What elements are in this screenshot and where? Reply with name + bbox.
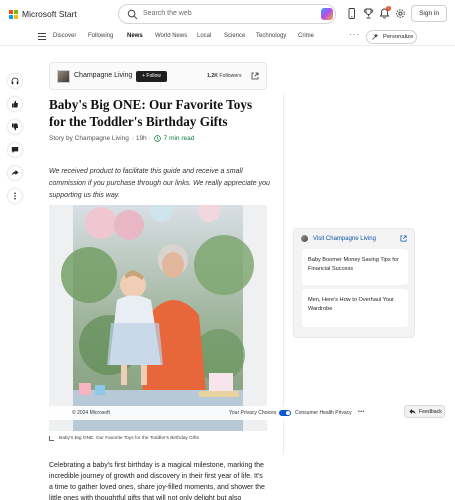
personalize-sparkle-icon bbox=[372, 33, 379, 40]
footer-copyright: © 2024 Microsoft bbox=[72, 410, 110, 416]
notification-badge: 1 bbox=[386, 6, 391, 11]
byline-time: · 19h · bbox=[131, 135, 151, 142]
comments-button[interactable] bbox=[8, 143, 22, 157]
column-divider bbox=[283, 94, 284, 454]
search-placeholder: Search the web bbox=[143, 10, 192, 17]
clock-icon bbox=[153, 135, 161, 142]
image-caption-text: Baby's Big ONE: Our Favorite Toys for th… bbox=[59, 436, 200, 441]
brand-logo[interactable]: Microsoft Start bbox=[9, 9, 77, 19]
footer-more-button[interactable]: ••• bbox=[358, 409, 365, 415]
settings-gear-icon[interactable] bbox=[395, 8, 406, 19]
share-arrow-icon bbox=[11, 170, 19, 176]
publisher-mini-logo bbox=[301, 235, 308, 242]
follow-button[interactable]: + Follow bbox=[136, 71, 167, 82]
thumbs-up-icon bbox=[12, 100, 18, 108]
nav-item-local[interactable]: Local bbox=[197, 33, 211, 39]
nav-more-button[interactable]: ··· bbox=[349, 30, 360, 39]
sign-in-button[interactable]: Sign in bbox=[411, 5, 447, 22]
headphones-icon bbox=[11, 77, 19, 85]
dislike-button[interactable] bbox=[8, 120, 22, 134]
followers-count: 1.2K Followers bbox=[207, 73, 242, 79]
nav-item-discover[interactable]: Discover bbox=[53, 33, 76, 39]
publisher-bar: Champagne Living + Follow 1.2K Followers bbox=[49, 62, 267, 90]
open-external-icon[interactable] bbox=[251, 72, 259, 80]
followers-label: Followers bbox=[219, 73, 242, 79]
nav-item-science[interactable]: Science bbox=[224, 33, 245, 39]
feedback-icon bbox=[409, 409, 416, 414]
share-button[interactable] bbox=[8, 166, 22, 180]
feedback-button[interactable]: Feedback bbox=[404, 405, 445, 418]
article-title: Baby's Big ONE: Our Favorite Toys for th… bbox=[49, 97, 253, 129]
publisher-recommendations-card: Visit Champagne Living Baby Boomer Money… bbox=[293, 228, 415, 338]
copilot-icon[interactable] bbox=[321, 8, 333, 20]
more-options-button[interactable] bbox=[8, 189, 22, 203]
thumbs-down-icon bbox=[12, 123, 18, 131]
article-byline: Story by Champagne Living · 19h · 7 min … bbox=[49, 135, 194, 142]
brand-name: Microsoft Start bbox=[22, 9, 77, 19]
search-bar[interactable]: Search the web bbox=[118, 4, 336, 24]
comment-icon bbox=[11, 147, 19, 153]
privacy-choices-toggle-icon bbox=[279, 410, 291, 416]
image-caption: Baby's Big ONE: Our Favorite Toys for th… bbox=[49, 436, 199, 441]
menu-hamburger-icon[interactable] bbox=[38, 33, 46, 40]
byline-author: Story by Champagne Living bbox=[49, 135, 129, 142]
phone-icon[interactable] bbox=[346, 8, 357, 19]
rewards-trophy-icon[interactable] bbox=[363, 8, 374, 19]
caption-corner-icon bbox=[49, 436, 54, 441]
visit-publisher-link[interactable]: Visit Champagne Living bbox=[301, 235, 376, 242]
publisher-logo[interactable] bbox=[57, 70, 70, 83]
nav-item-news[interactable]: News bbox=[127, 33, 143, 39]
top-bar: Microsoft Start Search the web 1 Sign in bbox=[0, 0, 455, 28]
nav-item-technology[interactable]: Technology bbox=[256, 33, 286, 39]
search-icon bbox=[127, 9, 138, 20]
like-button[interactable] bbox=[8, 97, 22, 111]
external-link-icon[interactable] bbox=[400, 235, 407, 242]
grandmother-and-toddler-photo bbox=[49, 205, 267, 431]
page-footer: © 2024 Microsoft Your Privacy Choices Co… bbox=[0, 406, 455, 420]
feedback-label: Feedback bbox=[419, 408, 442, 415]
read-time: 7 min read bbox=[163, 135, 195, 142]
article-hero-image[interactable] bbox=[49, 205, 267, 431]
personalize-label: Personalize bbox=[383, 34, 414, 40]
recommended-article[interactable]: Men, Here's How to Overhaul Your Wardrob… bbox=[302, 289, 408, 327]
category-nav: Discover Following News World News Local… bbox=[0, 28, 455, 46]
footer-consumer-health-link[interactable]: Consumer Health Privacy bbox=[295, 410, 352, 416]
publisher-name[interactable]: Champagne Living bbox=[74, 72, 132, 79]
footer-privacy-choices-link[interactable]: Your Privacy Choices bbox=[229, 410, 276, 416]
nav-item-crime[interactable]: Crime bbox=[298, 33, 314, 39]
nav-item-world-news[interactable]: World News bbox=[155, 33, 187, 39]
article-body-paragraph: Celebrating a baby's first birthday is a… bbox=[49, 462, 265, 500]
nav-item-following[interactable]: Following bbox=[88, 33, 113, 39]
microsoft-logo-icon bbox=[9, 9, 18, 19]
more-vertical-icon bbox=[14, 192, 16, 200]
recommended-article[interactable]: Baby Boomer Money Saving Tips for Financ… bbox=[302, 249, 408, 285]
listen-button[interactable] bbox=[8, 74, 22, 88]
personalize-button[interactable]: Personalize bbox=[366, 30, 417, 44]
visit-publisher-label: Visit Champagne Living bbox=[313, 235, 376, 242]
affiliate-disclaimer: We received product to facilitate this g… bbox=[49, 168, 270, 199]
followers-number: 1.2K bbox=[207, 73, 218, 79]
